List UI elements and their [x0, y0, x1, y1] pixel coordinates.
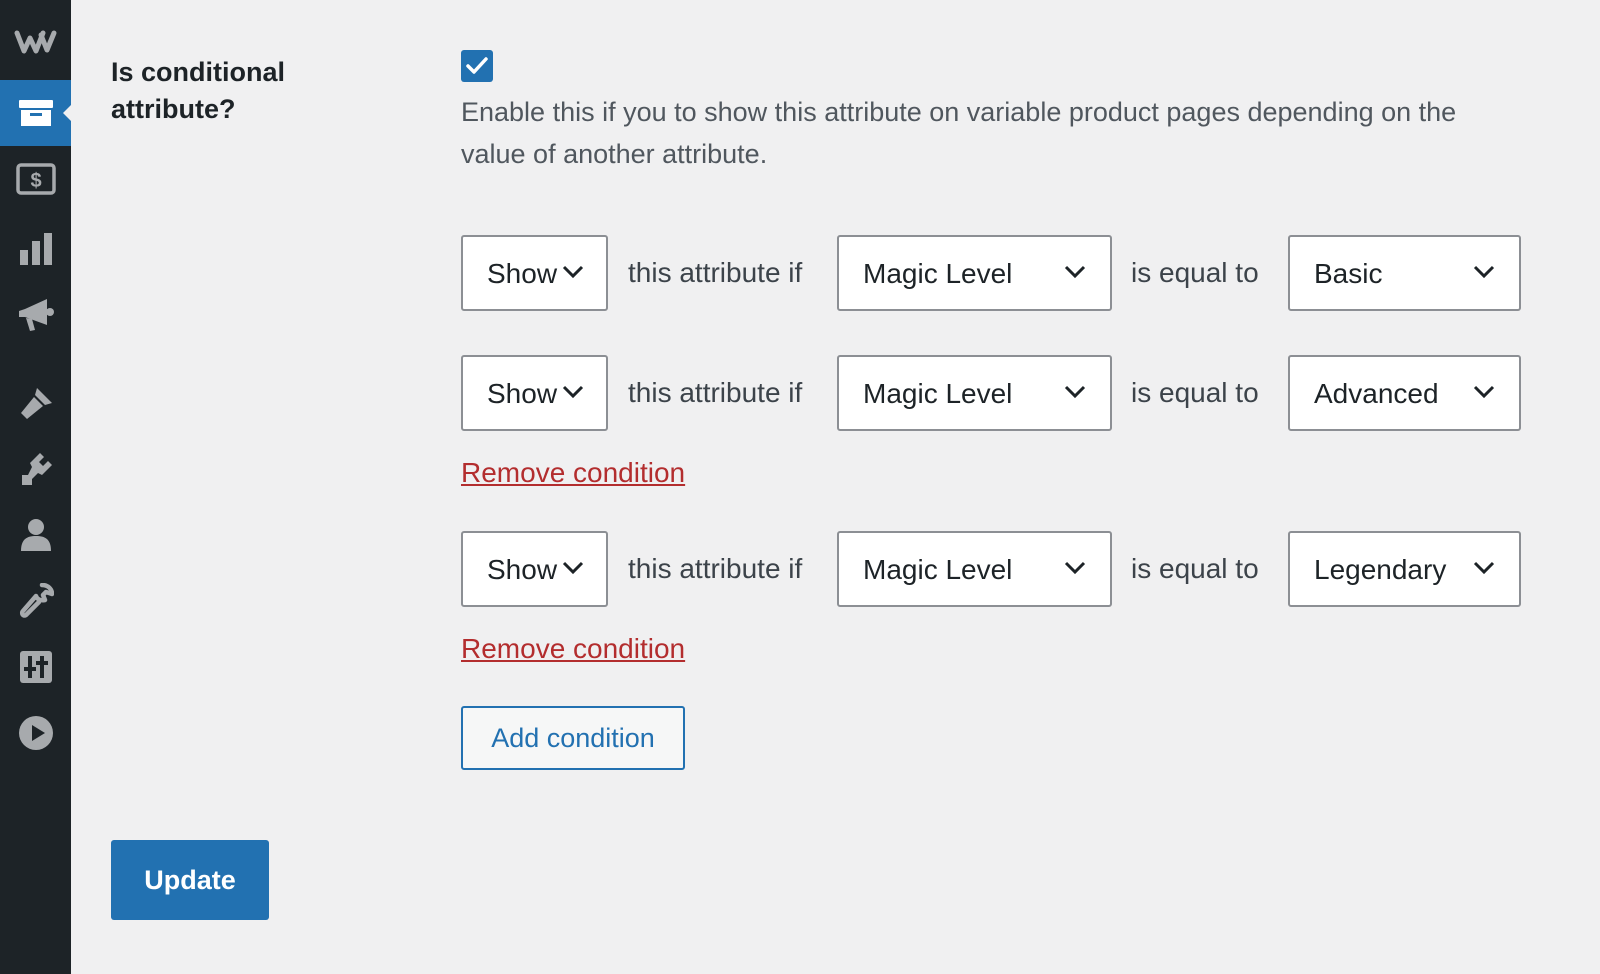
value-select[interactable]: Advanced [1288, 355, 1521, 431]
checkmark-icon [466, 57, 488, 74]
condition-row: Show this attribute if Magic Level is eq… [461, 235, 1521, 315]
chevron-down-icon [562, 561, 584, 575]
attribute-select[interactable]: Magic Level [837, 235, 1112, 311]
connector-text: this attribute if [628, 553, 803, 584]
action-select[interactable]: Show [461, 235, 608, 311]
update-button[interactable]: Update [111, 840, 269, 920]
chevron-down-icon [562, 265, 584, 279]
value-select-value: Advanced [1314, 378, 1439, 409]
operator-text: is equal to [1131, 377, 1259, 408]
chevron-down-icon [1473, 561, 1495, 575]
operator-text: is equal to [1131, 257, 1259, 288]
value-select[interactable]: Basic [1288, 235, 1521, 311]
svg-text:$: $ [30, 170, 41, 192]
action-select-value: Show [487, 554, 558, 585]
chevron-down-icon [562, 385, 584, 399]
field-description: Enable this if you to show this attribut… [461, 97, 1457, 169]
appearance-brush-icon[interactable] [0, 370, 71, 436]
plugins-icon[interactable] [0, 436, 71, 502]
tools-wrench-icon[interactable] [0, 568, 71, 634]
chevron-down-icon [1064, 385, 1086, 399]
chevron-down-icon [1473, 265, 1495, 279]
archive-products-icon[interactable] [0, 80, 71, 146]
chevron-down-icon [1473, 385, 1495, 399]
condition-row: Show this attribute if Magic Level is eq… [461, 531, 1521, 611]
action-select-value: Show [487, 378, 558, 409]
payments-icon[interactable]: $ [0, 146, 71, 212]
analytics-icon[interactable] [0, 216, 71, 282]
users-icon[interactable] [0, 502, 71, 568]
conditional-attribute-checkbox[interactable] [461, 50, 493, 82]
attribute-select-value: Magic Level [863, 258, 1013, 289]
value-select-value: Legendary [1314, 554, 1447, 585]
action-select[interactable]: Show [461, 355, 608, 431]
attribute-select[interactable]: Magic Level [837, 531, 1112, 607]
value-select-value: Basic [1314, 258, 1383, 289]
connector-text: this attribute if [628, 377, 803, 408]
field-label: Is conditional attribute? [111, 57, 286, 124]
action-select-value: Show [487, 258, 558, 289]
chevron-down-icon [1064, 265, 1086, 279]
chevron-down-icon [1064, 561, 1086, 575]
operator-text: is equal to [1131, 553, 1259, 584]
remove-condition-link[interactable]: Remove condition [461, 631, 685, 667]
action-select[interactable]: Show [461, 531, 608, 607]
attribute-select-value: Magic Level [863, 554, 1013, 585]
remove-condition-link[interactable]: Remove condition [461, 455, 685, 491]
condition-row: Show this attribute if Magic Level is eq… [461, 355, 1521, 435]
add-condition-button[interactable]: Add condition [461, 706, 685, 770]
settings-sliders-icon[interactable] [0, 634, 71, 700]
value-select[interactable]: Legendary [1288, 531, 1521, 607]
media-play-icon[interactable] [0, 700, 71, 766]
admin-sidebar: $ [0, 0, 71, 974]
marketing-megaphone-icon[interactable] [0, 282, 71, 348]
woocommerce-logo-icon[interactable] [0, 9, 71, 75]
attribute-select[interactable]: Magic Level [837, 355, 1112, 431]
attribute-select-value: Magic Level [863, 378, 1013, 409]
connector-text: this attribute if [628, 257, 803, 288]
